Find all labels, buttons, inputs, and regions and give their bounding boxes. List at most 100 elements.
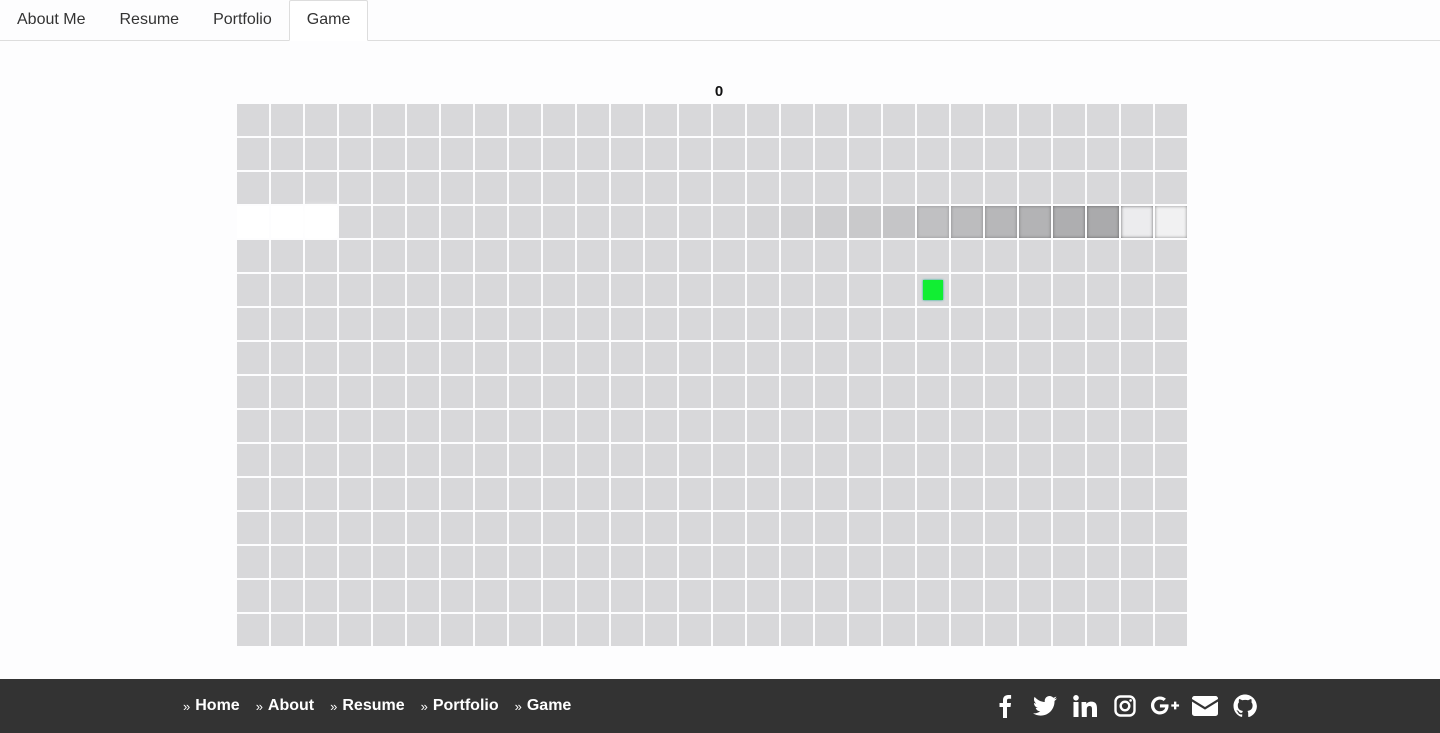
board-cell	[951, 444, 983, 476]
board-cell	[509, 172, 541, 204]
board-cell	[1155, 546, 1187, 578]
board-cell	[611, 410, 643, 442]
board-cell	[985, 138, 1017, 170]
tab-game[interactable]: Game	[288, 0, 369, 41]
instagram-icon[interactable]	[1110, 691, 1140, 721]
board-cell	[577, 206, 609, 238]
board-cell	[645, 274, 677, 306]
snake-segment	[849, 206, 881, 238]
board-cell	[611, 240, 643, 272]
board-cell	[407, 274, 439, 306]
board-cell	[781, 308, 813, 340]
snake-segment	[815, 206, 847, 238]
board-cell	[815, 410, 847, 442]
board-cell	[339, 172, 371, 204]
board-cell	[883, 342, 915, 374]
board-cell	[815, 512, 847, 544]
footer-link-home[interactable]: » Home	[183, 697, 240, 715]
board-cell	[917, 138, 949, 170]
board-cell	[883, 444, 915, 476]
board-cell	[1121, 478, 1153, 510]
board-cell	[849, 342, 881, 374]
linkedin-icon[interactable]	[1070, 691, 1100, 721]
board-cell	[645, 512, 677, 544]
board-cell	[781, 410, 813, 442]
footer-link-resume[interactable]: » Resume	[330, 697, 404, 715]
snake-segment	[985, 206, 1017, 238]
board-cell	[849, 274, 881, 306]
board-cell	[679, 240, 711, 272]
board-cell	[475, 546, 507, 578]
board-cell	[1121, 444, 1153, 476]
board-cell	[883, 104, 915, 136]
board-cell	[781, 580, 813, 612]
board-cell	[305, 342, 337, 374]
footer-link-portfolio[interactable]: » Portfolio	[421, 697, 499, 715]
snake-segment	[1019, 206, 1051, 238]
board-cell	[747, 172, 779, 204]
board-cell	[679, 614, 711, 646]
board-cell	[271, 138, 303, 170]
board-cell	[679, 308, 711, 340]
board-cell	[883, 376, 915, 408]
board-cell	[781, 376, 813, 408]
board-cell	[339, 580, 371, 612]
board-cell	[611, 342, 643, 374]
board-cell	[577, 444, 609, 476]
board-cell	[1121, 614, 1153, 646]
board-cell	[543, 478, 575, 510]
board-cell	[917, 614, 949, 646]
board-cell	[917, 376, 949, 408]
github-icon[interactable]	[1230, 691, 1260, 721]
board-cell	[441, 444, 473, 476]
board-cell	[611, 512, 643, 544]
tab-resume[interactable]: Resume	[102, 0, 196, 40]
board-cell	[611, 614, 643, 646]
game-board[interactable]	[237, 104, 1187, 646]
board-cell	[441, 546, 473, 578]
facebook-icon[interactable]	[990, 691, 1020, 721]
board-cell	[1019, 478, 1051, 510]
board-cell	[509, 138, 541, 170]
board-cell	[815, 308, 847, 340]
board-cell	[373, 614, 405, 646]
board-cell	[713, 478, 745, 510]
footer-link-game[interactable]: » Game	[515, 697, 572, 715]
board-cell	[271, 614, 303, 646]
board-cell	[1087, 342, 1119, 374]
tab-portfolio[interactable]: Portfolio	[196, 0, 289, 40]
board-cell	[237, 580, 269, 612]
board-cell	[475, 376, 507, 408]
board-cell	[1087, 240, 1119, 272]
board-cell	[441, 478, 473, 510]
footer-link-about[interactable]: » About	[256, 697, 314, 715]
board-cell	[1087, 274, 1119, 306]
board-cell	[781, 172, 813, 204]
board-cell	[1019, 308, 1051, 340]
board-cell	[951, 614, 983, 646]
board-cell	[339, 478, 371, 510]
board-cell	[951, 342, 983, 374]
board-cell	[611, 206, 643, 238]
board-cell	[407, 546, 439, 578]
board-cell	[237, 274, 269, 306]
board-cell	[1053, 614, 1085, 646]
board-cell	[951, 410, 983, 442]
board-cell	[985, 240, 1017, 272]
board-cell	[339, 274, 371, 306]
board-cell	[1019, 274, 1051, 306]
board-cell	[441, 206, 473, 238]
board-cell	[509, 410, 541, 442]
tab-about-me[interactable]: About Me	[0, 0, 102, 40]
board-cell	[781, 138, 813, 170]
twitter-icon[interactable]	[1030, 691, 1060, 721]
board-cell	[951, 240, 983, 272]
google-plus-icon[interactable]	[1150, 691, 1180, 721]
board-cell	[815, 342, 847, 374]
board-cell	[917, 444, 949, 476]
envelope-icon[interactable]	[1190, 691, 1220, 721]
board-cell	[305, 444, 337, 476]
board-cell	[1019, 240, 1051, 272]
board-cell	[1053, 172, 1085, 204]
board-cell	[815, 104, 847, 136]
